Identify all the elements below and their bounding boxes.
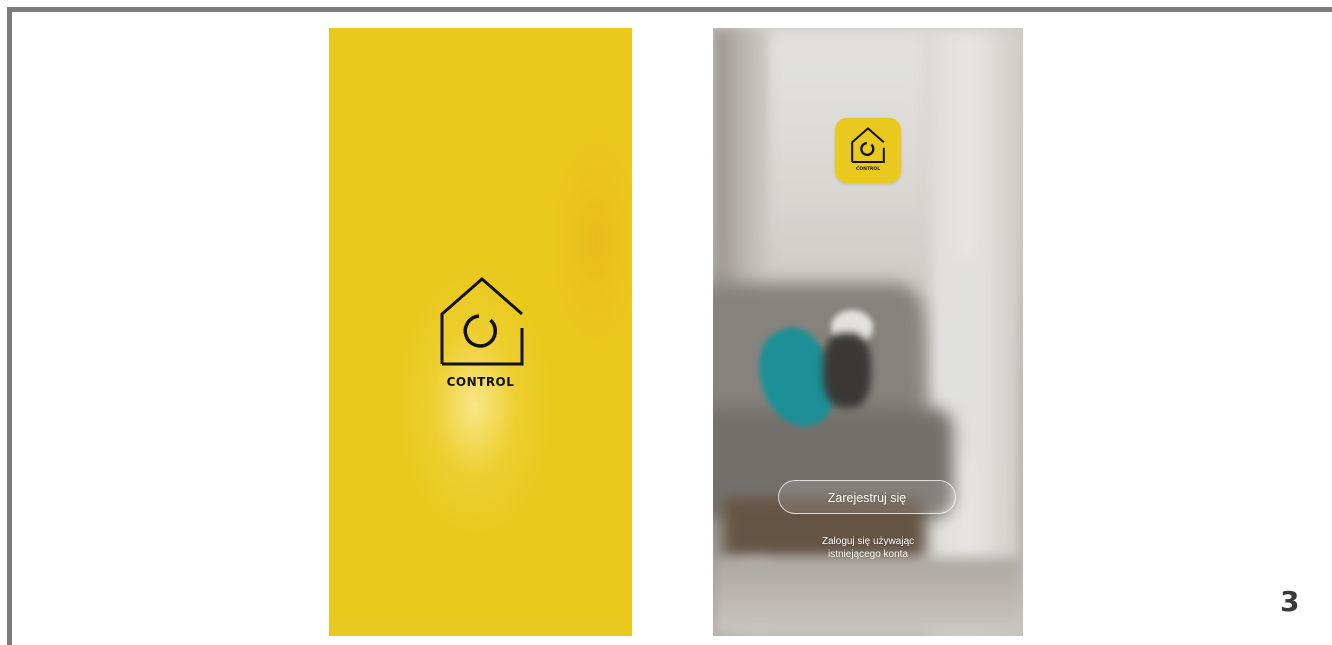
login-link-line-1: Zaloguj się używając: [821, 536, 915, 547]
login-link-line-2: istniejącego konta: [827, 549, 909, 560]
page-number: 3: [1280, 585, 1300, 618]
welcome-screen: CONTROL Zarejestruj się Zaloguj się używ…: [713, 28, 1023, 636]
page-frame-left: [7, 7, 12, 645]
page-frame-top: [7, 7, 1332, 12]
splash-screen: CONTROL: [329, 28, 632, 636]
manual-page: CONTROL CONTROL Zarejestruj się Zaloguj …: [0, 0, 1332, 645]
splash-brand-text: CONTROL: [446, 375, 515, 389]
app-icon-label: CONTROL: [855, 167, 881, 172]
register-button[interactable]: Zarejestruj się: [778, 480, 956, 514]
login-existing-account-link[interactable]: Zaloguj się używając istniejącego konta: [753, 535, 983, 561]
app-icon: CONTROL: [835, 118, 901, 183]
house-logo-icon: [439, 276, 525, 366]
